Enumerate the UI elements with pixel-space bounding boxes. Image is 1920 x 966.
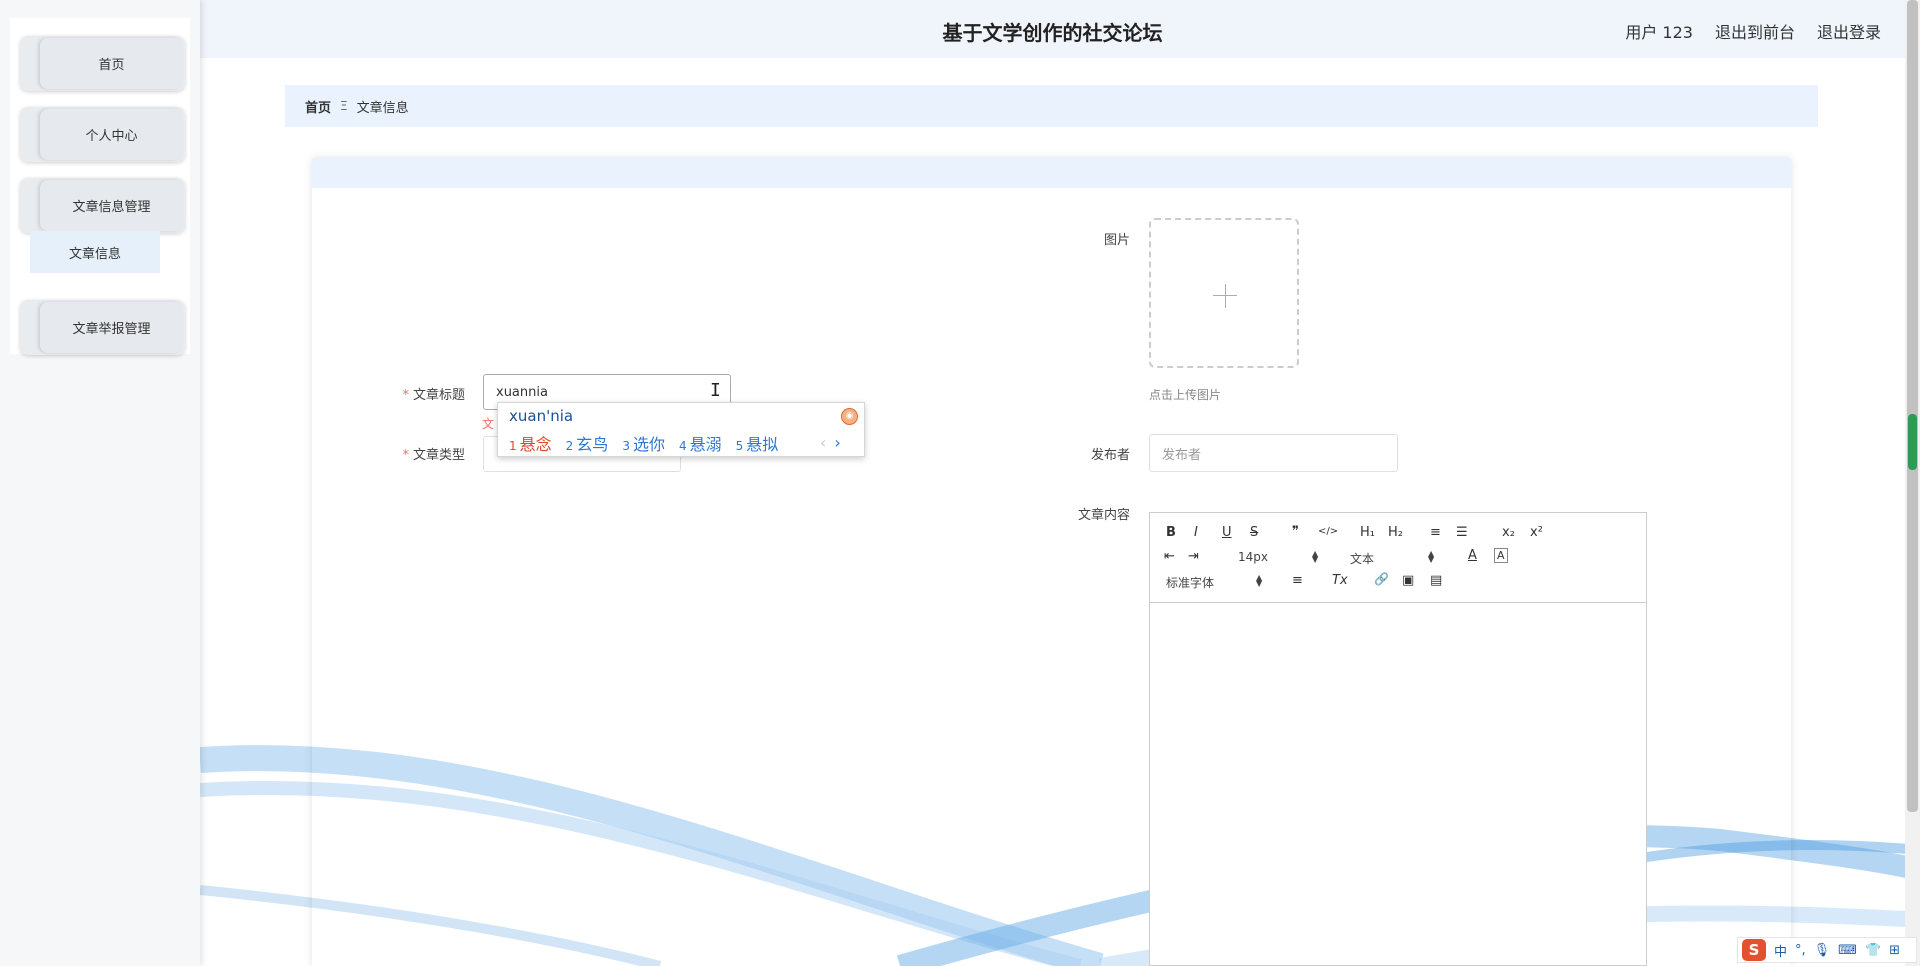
ime-candidate[interactable]: 3 选你 — [622, 431, 665, 455]
ime-candidate-num: 4 — [678, 439, 687, 453]
user-label[interactable]: 用户 123 — [1625, 19, 1693, 43]
outdent-icon[interactable]: ⇤ — [1164, 549, 1175, 564]
ime-lang-toggle[interactable]: 中 — [1774, 941, 1787, 960]
ime-status-tray: S 中 °, 🎙 ⌨ 👕 ⊞ — [1737, 937, 1917, 963]
submenu-item-article-info[interactable]: 文章信息 — [30, 231, 160, 273]
italic-button[interactable]: I — [1194, 525, 1198, 540]
editor-toolbar: B I U S ❞ </> H₁ H₂ ≡ ☰ x₂ x² ⇤ ⇥ 14px ▲… — [1150, 513, 1646, 603]
logout-link[interactable]: 退出登录 — [1817, 19, 1881, 43]
ime-candidates: 1 悬念 2 玄鸟 3 选你 4 悬溺 5 悬拟 — [509, 431, 778, 455]
image-upload-box[interactable] — [1149, 218, 1299, 368]
font-color-button[interactable]: A — [1468, 548, 1477, 563]
ime-pinyin: xuan'nia — [509, 407, 574, 425]
font-size-value: 14px — [1238, 550, 1268, 564]
card-header-bar — [312, 158, 1791, 188]
breadcrumb-home[interactable]: 首页 — [305, 97, 331, 116]
ime-candidate[interactable]: 5 悬拟 — [736, 431, 779, 455]
sidebar-item-label: 文章举报管理 — [40, 302, 183, 353]
subscript-button[interactable]: x₂ — [1502, 525, 1515, 540]
h2-button[interactable]: H₂ — [1388, 525, 1403, 540]
breadcrumb-separator: Ξ — [340, 99, 348, 113]
bold-button[interactable]: B — [1166, 525, 1176, 540]
sogou-logo-icon[interactable]: S — [1742, 939, 1766, 961]
font-size-select[interactable]: 14px ▲ ▼ — [1238, 549, 1319, 565]
ime-candidate[interactable]: 2 玄鸟 — [566, 431, 609, 455]
align-icon[interactable]: ≡ — [1292, 573, 1303, 588]
select-arrows-icon: ▲ ▼ — [1256, 573, 1263, 588]
skin-icon[interactable]: 👕 — [1865, 943, 1881, 958]
sidebar: 首页 个人中心 文章信息管理 文章信息 文章举报管理 — [0, 0, 200, 966]
sidebar-item-label: 个人中心 — [40, 109, 183, 160]
plus-icon-bar — [1213, 295, 1237, 296]
h1-button[interactable]: H₁ — [1360, 525, 1375, 540]
ime-candidate-text: 选你 — [632, 435, 665, 454]
image-icon[interactable]: ▣ — [1402, 573, 1414, 588]
sidebar-item-label: 文章信息管理 — [40, 180, 183, 231]
bg-color-button[interactable]: A — [1494, 548, 1508, 563]
title-error-text: 文 — [482, 417, 495, 431]
sidebar-panel: 首页 个人中心 文章信息管理 文章信息 文章举报管理 — [10, 18, 190, 355]
ime-next-page-icon[interactable]: › — [834, 433, 840, 452]
header-links: 用户 123 退出到前台 退出登录 — [1625, 19, 1881, 43]
breadcrumb: 首页 Ξ 文章信息 — [285, 85, 1818, 127]
sidebar-item-article-management[interactable]: 文章信息管理 — [20, 178, 185, 233]
strike-button[interactable]: S — [1250, 525, 1258, 540]
code-icon[interactable]: </> — [1318, 526, 1338, 537]
ime-candidate[interactable]: 1 悬念 — [509, 431, 552, 455]
ime-page-nav: ‹ › — [820, 433, 841, 452]
upload-tip: 点击上传图片 — [1149, 388, 1222, 402]
sidebar-item-home[interactable]: 首页 — [20, 36, 185, 91]
ime-skin-icon[interactable]: ◉ — [841, 408, 858, 425]
top-header: 基于文学创作的社交论坛 用户 123 退出到前台 退出登录 — [200, 0, 1905, 58]
sidebar-item-article-report-management[interactable]: 文章举报管理 — [20, 300, 185, 355]
ime-candidate-text: 悬拟 — [746, 435, 779, 454]
floating-green-handle[interactable] — [1908, 414, 1917, 470]
ime-candidate[interactable]: 4 悬溺 — [679, 431, 722, 455]
scrollbar-thumb[interactable] — [1907, 0, 1918, 812]
ime-candidate-text: 悬溺 — [689, 435, 722, 454]
header-select[interactable]: 文本 ▲ ▼ — [1350, 550, 1434, 567]
breadcrumb-current: 文章信息 — [356, 100, 409, 116]
keyboard-icon[interactable]: ⌨ — [1838, 943, 1857, 958]
quote-icon[interactable]: ❞ — [1292, 524, 1299, 539]
mic-icon[interactable]: 🎙 — [1814, 943, 1831, 958]
ordered-list-icon[interactable]: ≡ — [1430, 525, 1441, 540]
page-scrollbar[interactable] — [1905, 0, 1920, 966]
ime-candidate-num: 3 — [622, 439, 630, 453]
back-to-front-link[interactable]: 退出到前台 — [1715, 19, 1795, 43]
ime-candidate-text: 悬念 — [519, 435, 552, 454]
clean-format-icon[interactable]: Tx — [1332, 573, 1348, 588]
ime-candidate-num: 2 — [565, 439, 574, 453]
ime-prev-page-icon[interactable]: ‹ — [820, 433, 826, 452]
ime-punct-toggle[interactable]: °, — [1795, 943, 1806, 958]
ime-candidate-popup: xuan'nia 1 悬念 2 玄鸟 3 选你 4 悬溺 5 悬拟 ‹ › ◉ — [497, 402, 865, 457]
bullet-list-icon[interactable]: ☰ — [1456, 525, 1468, 540]
superscript-button[interactable]: x² — [1530, 525, 1543, 540]
editor-content-area[interactable] — [1150, 603, 1646, 966]
font-family-select[interactable]: 标准字体 ▲ ▼ — [1166, 574, 1266, 591]
ime-candidate-num: 5 — [735, 439, 744, 453]
video-icon[interactable]: ▤ — [1430, 573, 1442, 588]
sidebar-item-label: 首页 — [40, 38, 183, 89]
sidebar-item-personal-center[interactable]: 个人中心 — [20, 107, 185, 162]
link-icon[interactable]: 🔗 — [1374, 572, 1389, 586]
select-arrows-icon: ▲ ▼ — [1428, 549, 1435, 564]
indent-icon[interactable]: ⇥ — [1188, 549, 1199, 564]
plus-icon — [1225, 284, 1226, 308]
underline-button[interactable]: U — [1222, 525, 1232, 540]
select-arrows-icon: ▲ ▼ — [1312, 549, 1319, 564]
menu-grid-icon[interactable]: ⊞ — [1889, 943, 1900, 958]
rich-text-editor: B I U S ❞ </> H₁ H₂ ≡ ☰ x₂ x² ⇤ ⇥ 14px ▲… — [1149, 512, 1647, 966]
font-family-value: 标准字体 — [1166, 576, 1215, 590]
publisher-input[interactable]: 发布者 — [1149, 434, 1398, 472]
text-cursor-icon: I — [710, 380, 721, 401]
ime-candidate-text: 玄鸟 — [576, 435, 609, 454]
header-select-value: 文本 — [1350, 552, 1375, 566]
ime-candidate-num: 1 — [509, 439, 517, 453]
